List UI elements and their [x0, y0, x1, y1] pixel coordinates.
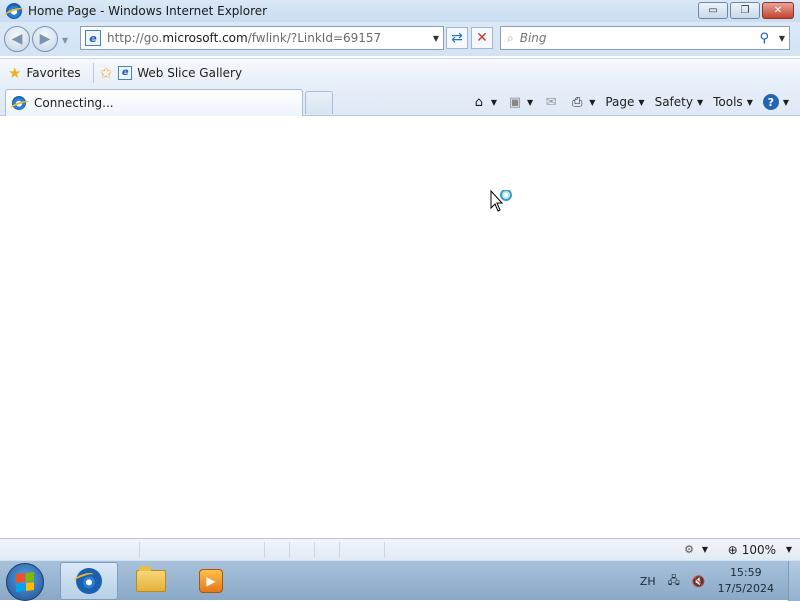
status-bar: ⚙ ▼ ⊕ 100% ▼: [0, 538, 800, 560]
status-segment-5: [315, 541, 340, 558]
address-bar[interactable]: e http://go.microsoft.com/fwlink/?LinkId…: [80, 26, 444, 50]
folder-icon: [136, 566, 166, 592]
web-slice-gallery-link[interactable]: e Web Slice Gallery: [118, 65, 243, 80]
feeds-button[interactable]: ▣ ▼: [504, 94, 536, 110]
media-player-icon: ▶: [199, 569, 223, 593]
read-mail-button[interactable]: ✉: [540, 94, 562, 110]
taskbar-media-player[interactable]: ▶: [182, 562, 240, 600]
add-to-favorites-bar-button[interactable]: ✩: [100, 64, 113, 82]
tools-chevron-down-icon: ▼: [746, 97, 753, 107]
address-url[interactable]: http://go.microsoft.com/fwlink/?LinkId=6…: [107, 31, 381, 45]
safety-chevron-down-icon: ▼: [696, 97, 704, 107]
search-box[interactable]: ⌕ ⚲ ▼: [500, 26, 790, 50]
search-provider-icon: ⌕: [507, 30, 514, 45]
status-segment-6: [340, 541, 385, 558]
zoom-dropdown-icon[interactable]: ▼: [786, 545, 792, 554]
close-button[interactable]: ✕: [762, 2, 794, 19]
favorites-star-icon: ★: [8, 63, 22, 82]
language-indicator[interactable]: ZH: [640, 575, 656, 588]
network-icon[interactable]: 🖧: [668, 572, 680, 591]
add-favorite-icon: ✩: [99, 63, 113, 82]
windows-logo-icon: [16, 572, 34, 592]
minimize-button[interactable]: ▭: [698, 2, 728, 19]
zoom-level-button[interactable]: ⊕ 100%: [728, 543, 776, 557]
volume-muted-icon[interactable]: 🔇: [692, 575, 706, 588]
page-chevron-down-icon: ▼: [638, 97, 645, 107]
ie-window: Home Page - Windows Internet Explorer ▭ …: [0, 0, 800, 560]
command-bar: ⌂ ▼ ▣ ▼ ✉ ⎙ ▼ Page ▼ Safety ▼ Tools ▼ ? …: [468, 91, 792, 113]
zoom-icon: ⊕: [727, 542, 738, 557]
navigation-bar: ◀ ▶ ▼ e http://go.microsoft.com/fwlink/?…: [0, 22, 800, 56]
search-options-dropdown-icon[interactable]: ▼: [779, 34, 785, 43]
new-tab-button[interactable]: [305, 91, 333, 114]
protected-mode-icon[interactable]: ⚙: [684, 543, 694, 556]
system-tray: ZH 🖧 🔇 15:59 17/5/2024: [640, 561, 774, 601]
maximize-button[interactable]: ❐: [730, 2, 760, 19]
page-content[interactable]: [0, 117, 800, 538]
stop-icon: ✕: [476, 30, 488, 46]
stop-button[interactable]: ✕: [471, 27, 493, 49]
mail-icon: ✉: [545, 94, 557, 110]
page-menu-label: Page: [605, 95, 635, 109]
forward-button[interactable]: ▶: [32, 26, 58, 52]
search-input[interactable]: [519, 31, 750, 45]
back-arrow-icon: ◀: [11, 31, 23, 47]
status-segment-4: [290, 541, 315, 558]
taskbar: ▶ ZH 🖧 🔇 15:59 17/5/2024: [0, 560, 800, 601]
feeds-icon: ▣: [508, 94, 522, 110]
taskbar-windows-explorer[interactable]: [122, 562, 180, 600]
print-button[interactable]: ⎙ ▼: [566, 94, 598, 110]
safety-menu-label: Safety: [654, 95, 693, 109]
start-button[interactable]: [6, 563, 44, 601]
clock-date: 17/5/2024: [717, 582, 774, 595]
help-menu[interactable]: ? ▼: [760, 94, 792, 110]
home-dropdown-icon[interactable]: ▼: [491, 98, 497, 107]
refresh-icon: ⇄: [451, 30, 463, 46]
print-icon: ⎙: [572, 94, 583, 110]
safety-menu[interactable]: Safety ▼: [652, 95, 707, 109]
title-bar[interactable]: Home Page - Windows Internet Explorer ▭ …: [0, 0, 800, 22]
home-button[interactable]: ⌂ ▼: [468, 94, 500, 110]
home-icon: ⌂: [474, 94, 484, 110]
feeds-dropdown-icon[interactable]: ▼: [527, 98, 533, 107]
tab-row: Connecting... ⌂ ▼ ▣ ▼ ✉ ⎙ ▼ Page ▼ Safet…: [0, 86, 800, 116]
help-icon: ?: [762, 94, 779, 110]
back-button[interactable]: ◀: [4, 26, 30, 52]
favorites-label: Favorites: [26, 65, 81, 80]
help-chevron-down-icon: ▼: [782, 97, 789, 107]
search-icon[interactable]: ⚲: [759, 31, 769, 46]
window-controls: ▭ ❐ ✕: [698, 2, 794, 19]
tab-label: Connecting...: [34, 96, 114, 110]
status-segment-2: [140, 541, 265, 558]
favorites-button[interactable]: ★ Favorites: [8, 64, 81, 82]
zoom-label: 100%: [741, 542, 776, 557]
forward-arrow-icon: ▶: [39, 31, 51, 47]
recent-pages-dropdown[interactable]: ▼: [62, 36, 68, 45]
clock[interactable]: 15:59 17/5/2024: [718, 565, 774, 597]
show-desktop-button[interactable]: [788, 561, 800, 601]
window-title: Home Page - Windows Internet Explorer: [28, 4, 268, 18]
web-slice-label: Web Slice Gallery: [137, 65, 243, 80]
clock-time: 15:59: [729, 566, 762, 579]
status-segment-3: [265, 541, 290, 558]
web-slice-icon: e: [118, 65, 133, 80]
page-icon: e: [85, 30, 101, 46]
tab-connecting[interactable]: Connecting...: [5, 89, 303, 116]
address-dropdown-icon[interactable]: ▼: [433, 34, 439, 43]
protected-mode-dropdown-icon[interactable]: ▼: [702, 545, 708, 554]
internet-explorer-icon: [76, 568, 102, 594]
status-text-segment: [0, 541, 140, 558]
tools-menu[interactable]: Tools ▼: [710, 95, 756, 109]
favorites-bar: ★ Favorites ✩ e Web Slice Gallery: [0, 58, 800, 86]
refresh-button[interactable]: ⇄: [446, 27, 468, 49]
page-menu[interactable]: Page ▼: [602, 95, 647, 109]
tools-menu-label: Tools: [713, 95, 743, 109]
ie-logo-icon: [6, 3, 22, 19]
loading-page-icon: [12, 96, 26, 110]
taskbar-internet-explorer[interactable]: [60, 562, 118, 600]
print-dropdown-icon[interactable]: ▼: [589, 98, 595, 107]
favorites-separator: [92, 62, 94, 83]
busy-cursor-icon: [490, 189, 516, 217]
